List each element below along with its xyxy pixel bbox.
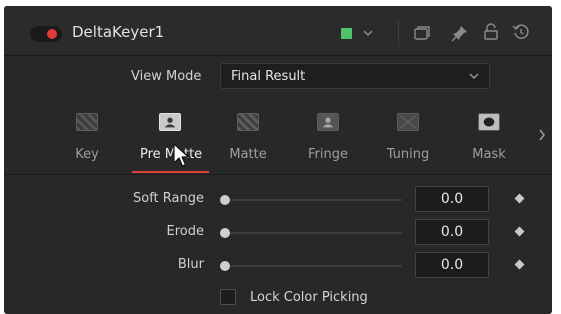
keyframe-diamond-icon[interactable]: [514, 226, 525, 237]
view-mode-label: View Mode: [131, 69, 202, 84]
slider-knob[interactable]: [220, 195, 230, 205]
view-mode-select[interactable]: Final Result: [220, 63, 490, 89]
mouse-pointer-icon: [173, 143, 190, 167]
node-color-swatch[interactable]: [341, 28, 352, 39]
tab-tuning[interactable]: Tuning: [378, 110, 438, 170]
tab-label: Tuning: [386, 147, 430, 162]
lock-icon[interactable]: [483, 23, 499, 41]
tab-key[interactable]: Key: [57, 110, 117, 170]
slider-track[interactable]: [220, 232, 402, 234]
keyframe-diamond-icon[interactable]: [514, 259, 525, 270]
pin-icon[interactable]: [451, 24, 469, 42]
toggle-dot: [47, 29, 57, 39]
node-enable-toggle[interactable]: [30, 26, 62, 42]
control-label: Erode: [166, 224, 204, 239]
active-tab-indicator: [132, 171, 209, 173]
control-label: Blur: [177, 257, 204, 272]
tab-label: Fringe: [308, 147, 348, 162]
control-label: Soft Range: [133, 191, 204, 206]
tab-label: Matte: [229, 147, 267, 162]
checkbox-label: Lock Color Picking: [250, 290, 368, 305]
slider-knob[interactable]: [220, 261, 230, 271]
node-header: DeltaKeyer1: [4, 6, 552, 56]
view-mode-value: Final Result: [231, 69, 306, 84]
slider-track[interactable]: [220, 199, 402, 201]
tab-matte[interactable]: Matte: [218, 110, 278, 170]
chevron-down-icon[interactable]: [363, 29, 373, 37]
tab-fringe[interactable]: Fringe: [298, 110, 358, 170]
tab-mask[interactable]: Mask: [459, 110, 519, 170]
inspector-panel: DeltaKeyer1 View Mode Final Result Key P…: [4, 6, 552, 314]
tuning-icon: [397, 113, 419, 131]
key-icon: [76, 113, 98, 131]
value-field[interactable]: 0.0: [415, 186, 489, 212]
node-title: DeltaKeyer1: [72, 23, 165, 41]
chevron-right-icon[interactable]: [538, 128, 546, 142]
tabs-divider: [4, 174, 552, 175]
reset-icon[interactable]: [512, 23, 530, 41]
value-field[interactable]: 0.0: [415, 219, 489, 245]
tab-label: Key: [75, 147, 99, 162]
control-row-blur: Blur 0.0: [4, 252, 552, 280]
lock-color-picking-checkbox[interactable]: [220, 289, 236, 305]
keyframe-diamond-icon[interactable]: [514, 193, 525, 204]
chevron-down-icon: [469, 73, 479, 79]
control-row-erode: Erode 0.0: [4, 219, 552, 247]
version-icon[interactable]: [413, 25, 431, 41]
control-row-soft-range: Soft Range 0.0: [4, 186, 552, 214]
fringe-icon: [317, 113, 339, 131]
matte-icon: [237, 113, 259, 131]
slider-knob[interactable]: [220, 228, 230, 238]
value-field[interactable]: 0.0: [415, 252, 489, 278]
pre-matte-icon: [159, 113, 181, 131]
tab-label: Mask: [472, 147, 506, 162]
mask-icon: [478, 113, 500, 131]
slider-track[interactable]: [220, 265, 402, 267]
header-divider: [398, 20, 399, 46]
